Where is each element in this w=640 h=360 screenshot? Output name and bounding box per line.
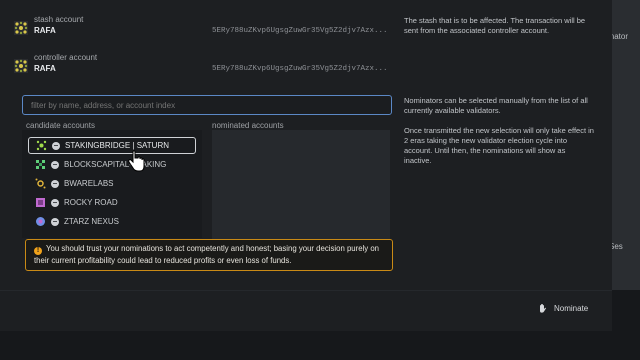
stash-account[interactable]: stash account RAFA 5ERy788uZKvp6UgsgZuwG… [12, 15, 388, 41]
identicon-icon [36, 160, 45, 169]
candidate-name: ZTARZ NEXUS [64, 217, 119, 226]
candidate-name: STAKINGBRIDGE | SATURN [65, 141, 170, 150]
identicon-icon [36, 140, 47, 151]
add-icon[interactable] [51, 198, 59, 207]
candidate-item[interactable]: BLOCKSCAPITAL-STAKING [28, 156, 196, 173]
warning-text: You should trust your nominations to act… [34, 244, 380, 265]
stash-account-name: RAFA [34, 26, 56, 35]
stash-help-text: The stash that is to be affected. The tr… [404, 16, 586, 35]
identicon-icon [35, 178, 46, 189]
hand-cursor-icon [128, 150, 145, 172]
identicon-icon [36, 217, 45, 226]
nominated-accounts-header: nominated accounts [212, 121, 284, 130]
filter-input[interactable] [22, 95, 392, 115]
candidate-name: ROCKY ROAD [64, 198, 118, 207]
controller-account-name: RAFA [34, 64, 56, 73]
stash-account-label: stash account [34, 15, 84, 24]
nominated-list[interactable] [212, 130, 390, 240]
candidate-item[interactable]: STAKINGBRIDGE | SATURN [28, 137, 196, 154]
identicon-icon [36, 198, 45, 207]
nominators-help-text: Nominators can be selected manually from… [404, 96, 588, 115]
candidate-name: BLOCKSCAPITAL-STAKING [64, 160, 167, 169]
stash-account-address: 5ERy788uZKvp6UgsgZuwGr35Vg5Z2djv7Azx... [212, 27, 388, 35]
nominate-label: Nominate [554, 303, 589, 313]
candidate-accounts-header: candidate accounts [26, 121, 95, 130]
warning-banner: ! You should trust your nominations to ac… [25, 239, 393, 271]
add-icon[interactable] [51, 217, 59, 226]
nominate-button[interactable]: Nominate [538, 300, 588, 316]
identicon-icon [14, 21, 28, 35]
hand-paper-icon [540, 304, 546, 313]
nominate-modal: stash account RAFA 5ERy788uZKvp6UgsgZuwG… [0, 0, 612, 290]
controller-account-address: 5ERy788uZKvp6UgsgZuwGr35Vg5Z2djv7Azx... [212, 65, 388, 73]
controller-account-label: controller account [34, 53, 98, 62]
identicon-icon [14, 59, 28, 73]
modal-footer [0, 290, 612, 331]
add-icon[interactable] [51, 179, 59, 188]
candidate-item[interactable]: BWARELABS [28, 175, 196, 192]
candidate-item[interactable]: ZTARZ NEXUS [28, 213, 196, 230]
warning-icon: ! [34, 247, 42, 255]
election-help-text: Once transmitted the new selection will … [404, 126, 594, 165]
add-icon[interactable] [51, 160, 59, 169]
candidate-name: BWARELABS [64, 179, 114, 188]
controller-account[interactable]: controller account RAFA 5ERy788uZKvp6Ugs… [12, 53, 388, 79]
add-icon[interactable] [52, 141, 60, 150]
candidate-item[interactable]: ROCKY ROAD [28, 194, 196, 211]
